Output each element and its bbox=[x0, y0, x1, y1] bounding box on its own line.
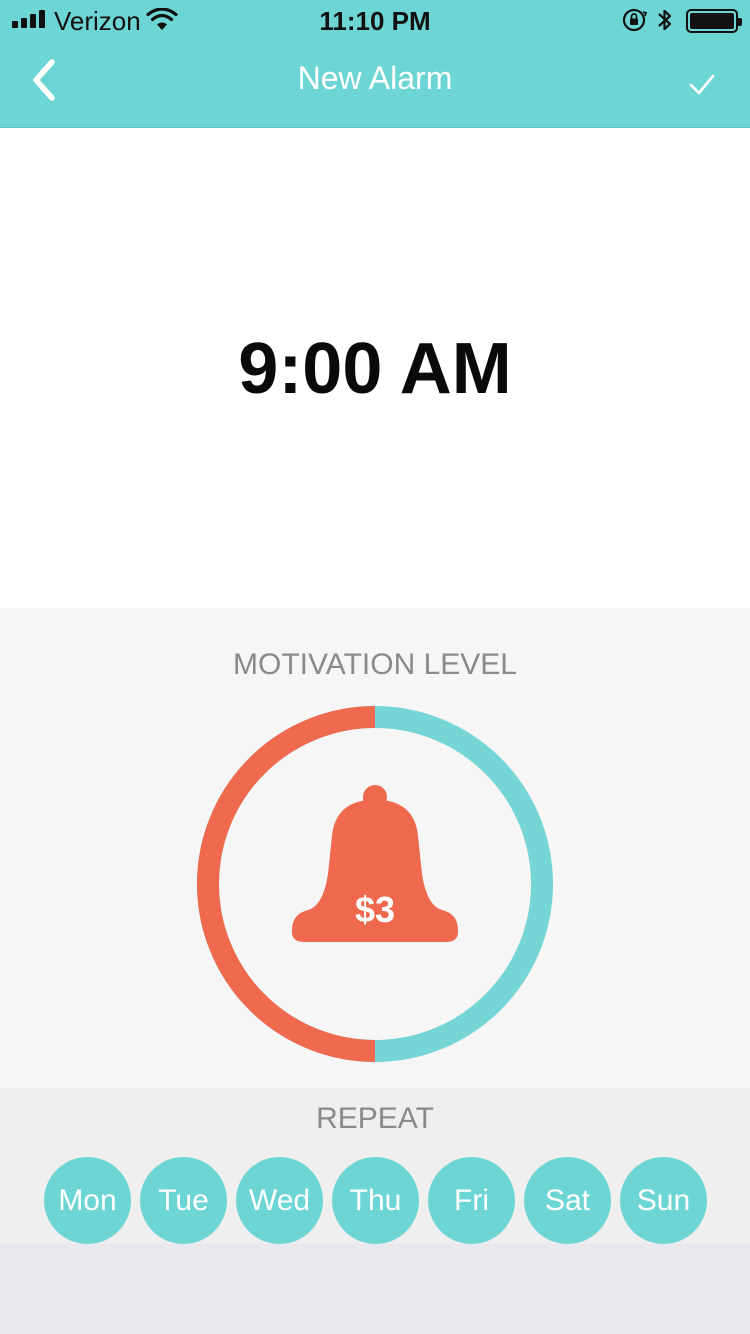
motivation-amount: $3 bbox=[355, 889, 395, 930]
alarm-time-value[interactable]: 9:00 AM bbox=[0, 328, 750, 410]
repeat-section: REPEAT Mon Tue Wed Thu Fri Sat Sun bbox=[0, 1088, 750, 1244]
status-bar: Verizon 11:10 PM bbox=[0, 0, 750, 40]
motivation-section: MOTIVATION LEVEL $3 bbox=[0, 608, 750, 1088]
day-tue-button[interactable]: Tue bbox=[140, 1157, 227, 1244]
day-wed-button[interactable]: Wed bbox=[236, 1157, 323, 1244]
nav-bar: New Alarm bbox=[0, 40, 750, 128]
day-thu-button[interactable]: Thu bbox=[332, 1157, 419, 1244]
day-sat-button[interactable]: Sat bbox=[524, 1157, 611, 1244]
battery-icon bbox=[686, 9, 742, 33]
bottom-empty-area bbox=[0, 1244, 750, 1334]
page-title: New Alarm bbox=[297, 60, 453, 96]
day-fri-button[interactable]: Fri bbox=[428, 1157, 515, 1244]
checkmark-icon[interactable] bbox=[682, 64, 722, 104]
day-selector: Mon Tue Wed Thu Fri Sat Sun bbox=[44, 1157, 707, 1244]
day-sun-button[interactable]: Sun bbox=[620, 1157, 707, 1244]
battery-fill bbox=[690, 13, 734, 29]
orientation-lock-icon bbox=[622, 8, 648, 32]
motivation-label: MOTIVATION LEVEL bbox=[233, 648, 517, 681]
day-mon-button[interactable]: Mon bbox=[44, 1157, 131, 1244]
repeat-label: REPEAT bbox=[316, 1102, 434, 1135]
alarm-time-section: 9:00 AM bbox=[0, 128, 750, 608]
motivation-dial[interactable]: $3 bbox=[195, 704, 555, 1064]
bluetooth-icon bbox=[658, 9, 672, 31]
